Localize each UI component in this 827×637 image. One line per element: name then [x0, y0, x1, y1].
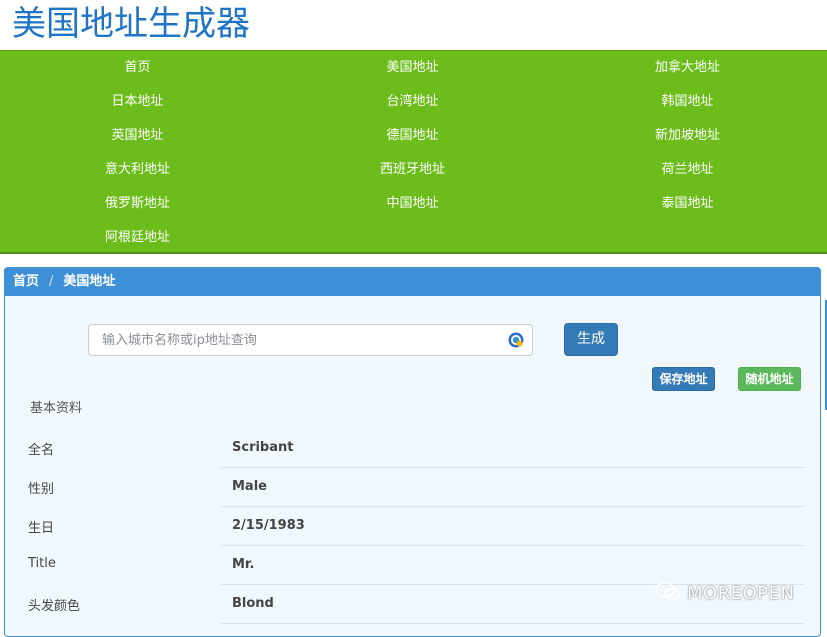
breadcrumb-home[interactable]: 首页	[13, 274, 39, 289]
country-nav: 首页 美国地址 加拿大地址 日本地址 台湾地址 韩国地址 英国地址 德国地址 新…	[0, 50, 827, 254]
site-title: 美国地址生成器	[12, 4, 250, 44]
nav-link-canada-address[interactable]: 加拿大地址	[550, 58, 825, 78]
nav-link-uk-address[interactable]: 英国地址	[0, 126, 275, 146]
breadcrumb-separator: /	[49, 274, 54, 289]
field-value-full-name: Scribant	[232, 440, 294, 455]
random-address-button[interactable]: 随机地址	[738, 367, 801, 391]
watermark-text: MOREOPEN	[687, 583, 795, 604]
row-divider	[221, 545, 805, 546]
section-title: 基本资料	[30, 401, 83, 416]
nav-link-china-address[interactable]: 中国地址	[275, 194, 550, 214]
search-input[interactable]	[89, 325, 499, 355]
field-label-full-name: 全名	[28, 443, 55, 458]
nav-link-us-address[interactable]: 美国地址	[275, 58, 550, 78]
save-address-button[interactable]: 保存地址	[652, 367, 715, 391]
field-label-title: Title	[28, 556, 56, 571]
wechat-icon	[655, 582, 681, 607]
field-label-birthday: 生日	[28, 521, 55, 536]
field-label-gender: 性别	[28, 482, 55, 497]
nav-link-singapore-address[interactable]: 新加坡地址	[550, 126, 825, 146]
nav-link-home[interactable]: 首页	[0, 58, 275, 78]
nav-link-germany-address[interactable]: 德国地址	[275, 126, 550, 146]
nav-link-argentina-address[interactable]: 阿根廷地址	[0, 228, 275, 248]
search-box	[88, 324, 533, 356]
nav-link-thailand-address[interactable]: 泰国地址	[550, 194, 825, 214]
nav-link-taiwan-address[interactable]: 台湾地址	[275, 92, 550, 112]
watermark: MOREOPEN	[655, 582, 794, 604]
nav-link-spain-address[interactable]: 西班牙地址	[275, 160, 550, 180]
nav-link-russia-address[interactable]: 俄罗斯地址	[0, 194, 275, 214]
nav-link-korea-address[interactable]: 韩国地址	[550, 92, 825, 112]
field-value-gender: Male	[232, 479, 267, 494]
field-value-birthday: 2/15/1983	[232, 518, 305, 533]
breadcrumb: 首页 / 美国地址	[5, 268, 820, 296]
field-value-hair-color: Blond	[232, 596, 274, 611]
field-label-hair-color: 头发颜色	[28, 599, 81, 614]
row-divider	[221, 623, 805, 624]
row-divider	[221, 467, 805, 468]
nav-link-japan-address[interactable]: 日本地址	[0, 92, 275, 112]
breadcrumb-current: 美国地址	[63, 274, 116, 289]
nav-link-italy-address[interactable]: 意大利地址	[0, 160, 275, 180]
row-divider	[221, 506, 805, 507]
nav-link-netherlands-address[interactable]: 荷兰地址	[550, 160, 825, 180]
field-value-title: Mr.	[232, 557, 255, 572]
generate-button[interactable]: 生成	[564, 323, 618, 356]
location-search-icon[interactable]	[508, 332, 524, 348]
